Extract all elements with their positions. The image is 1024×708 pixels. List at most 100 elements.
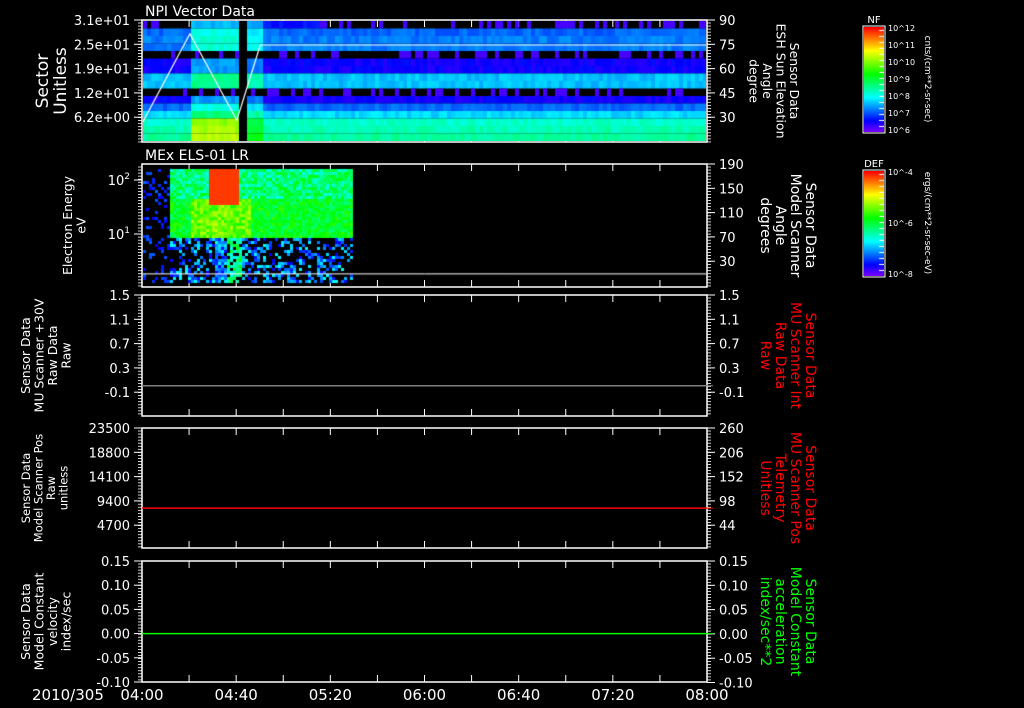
colorbar-title: NF [867,15,880,26]
y-axis-label: unitless [57,466,71,511]
colorbar-tick-label: 10^6 [888,126,910,135]
right-y-tick-label: 190 [719,158,744,173]
right-y-tick-label: 0.15 [719,555,748,570]
right-y-tick-label: -0.05 [719,652,753,667]
panel-frame [141,294,708,417]
colorbar-title: DEF [864,159,884,170]
y-tick-label: 0.15 [101,555,130,570]
right-y-tick-label: 110 [719,207,744,222]
colorbar-tick-label: 10^9 [888,75,910,84]
y-tick-label: 1.1 [109,313,130,328]
y-tick-label: 6.2e+00 [74,111,130,126]
colorbar-units: cnts/(cm**2-sr-sec) [922,36,932,123]
right-y-axis-label: Telemetry [772,452,788,522]
right-y-tick-label: 1.5 [719,289,740,304]
colorbar-tick-label: 10^-8 [888,270,913,279]
y-tick-label: 1.5 [109,289,130,304]
right-y-axis-label: MU Scanner Int [787,302,803,410]
right-y-axis-label: Sensor Data [802,313,818,399]
right-y-tick-label: 206 [719,446,744,461]
colorbar-units: ergs/(cm**2-sr-sec-eV) [922,172,932,274]
y-tick-label: 1.2e+01 [74,87,130,102]
panel-frame [141,427,708,549]
right-y-tick-label: 75 [719,38,736,53]
right-y-tick-label: 152 [719,471,744,486]
panel-title: MEx ELS-01 LR [145,148,249,164]
panel-frame [141,560,708,683]
y-tick-label: -0.1 [105,386,130,401]
right-y-axis-label: Raw Data [772,322,788,389]
right-y-axis-label: Model Scanner [787,174,803,278]
right-y-axis-label: index/sec**2 [757,577,773,667]
time-tick-label: 06:40 [497,686,540,704]
right-y-axis-label: degree [747,59,762,103]
def-colorbar [864,171,884,276]
right-y-axis-label: Unitless [757,460,773,516]
y-tick-label: 2.5e+01 [74,38,130,53]
panel-4 [134,427,715,549]
els-spectrogram [143,165,706,286]
right-y-tick-label: 45 [719,87,736,102]
y-tick-label: 4700 [97,519,130,534]
right-y-axis-label: Raw [757,341,773,370]
y-tick-label: -0.05 [96,652,130,667]
right-y-axis-label: acceleration [772,578,788,664]
colorbar-tick-label: 10^10 [888,58,915,67]
right-y-tick-label: 1.1 [719,313,740,328]
right-y-axis-label: Sensor Data [802,445,818,531]
npi-spectrogram [143,21,706,141]
right-y-tick-label: 150 [719,182,744,197]
y-tick-label: 102 [108,172,130,189]
date-label: 2010/305 [32,686,104,704]
right-y-axis-label: Model Constant [787,567,803,677]
time-tick-label: 08:00 [685,686,728,704]
right-y-axis-label: MU Scanner Pos [787,432,803,544]
y-axis-label: index/sec [59,592,74,652]
y-tick-label: 101 [108,226,130,243]
y-tick-label: 0.05 [101,603,130,618]
right-y-tick-label: 0.7 [719,338,740,353]
right-y-tick-label: -0.1 [719,386,744,401]
right-y-tick-label: 0.3 [719,362,740,377]
right-y-tick-label: 0.10 [719,579,748,594]
panel-title: NPI Vector Data [145,4,255,20]
y-tick-label: 18800 [89,446,130,461]
right-y-axis-label: degrees [757,197,773,253]
time-tick-label: 04:00 [120,686,163,704]
right-y-tick-label: 90 [719,14,736,29]
y-axis-label: eV [74,217,89,234]
colorbar-tick-label: 10^7 [888,109,910,118]
y-tick-label: 14100 [89,471,130,486]
right-y-tick-label: 44 [719,519,736,534]
y-tick-label: 1.9e+01 [74,63,130,78]
right-y-tick-label: 0.00 [719,628,748,643]
y-axis-label: Sector [33,54,53,109]
time-tick-label: 07:20 [591,686,634,704]
colorbar-tick-label: 10^8 [888,92,910,101]
y-tick-label: 0.3 [109,362,130,377]
y-tick-label: 23500 [89,422,130,437]
right-y-tick-label: 70 [719,231,736,246]
right-y-axis-label: Sensor Data [802,183,818,269]
colorbar-tick-label: 10^-6 [888,219,913,228]
time-tick-label: 06:00 [403,686,446,704]
right-y-tick-label: 60 [719,63,736,78]
y-tick-label: 0.00 [101,628,130,643]
y-axis-label: Unitless [51,47,71,115]
right-y-tick-label: 260 [719,422,744,437]
y-tick-label: 0.10 [101,579,130,594]
right-y-tick-label: 30 [719,111,736,126]
y-tick-label: 9400 [97,495,130,510]
right-y-axis-label: Angle [772,206,788,246]
right-y-tick-label: 98 [719,495,736,510]
panel-3 [134,294,715,417]
colorbar-tick-label: 10^11 [888,41,915,50]
time-tick-label: 05:20 [309,686,352,704]
right-y-tick-label: 30 [719,255,736,270]
colorbar-tick-label: 10^12 [888,24,915,33]
nf-colorbar [864,27,884,132]
right-y-axis-label: Sensor Data [802,579,818,665]
right-y-tick-label: 0.05 [719,604,748,619]
y-axis-label: Raw [59,342,74,368]
colorbar-tick-label: 10^-4 [888,168,913,177]
